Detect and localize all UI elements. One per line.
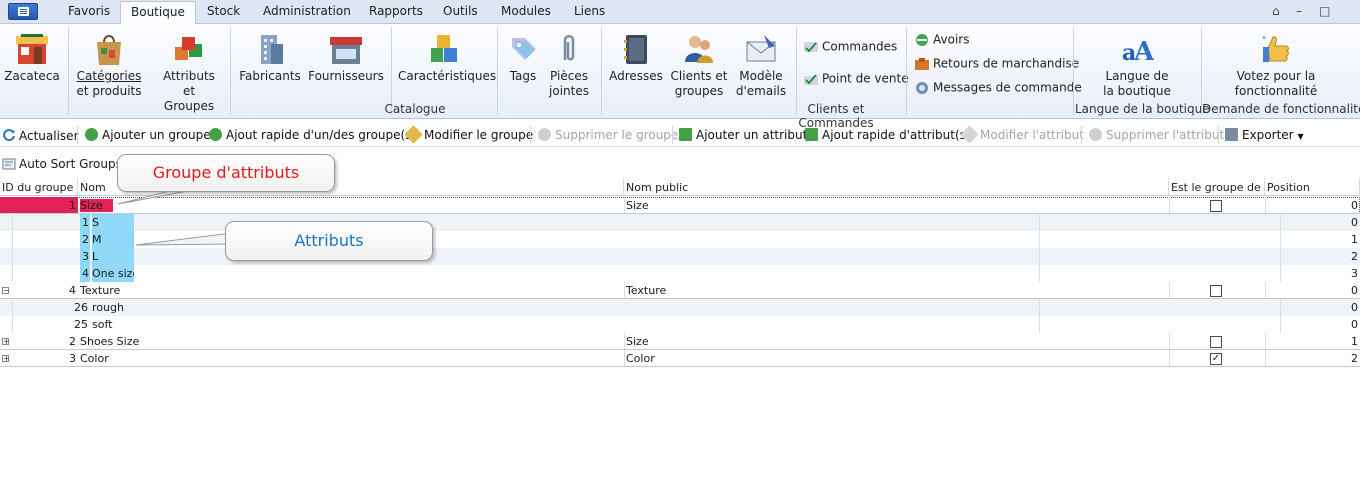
- callout-attributs-text: Attributs: [294, 231, 364, 250]
- callout-groupe-attributs: Groupe d'attributs: [117, 154, 335, 192]
- callout-attributs: Attributs: [225, 221, 433, 261]
- callout-groupe-text: Groupe d'attributs: [152, 163, 300, 182]
- callout-pointers: [117, 190, 233, 246]
